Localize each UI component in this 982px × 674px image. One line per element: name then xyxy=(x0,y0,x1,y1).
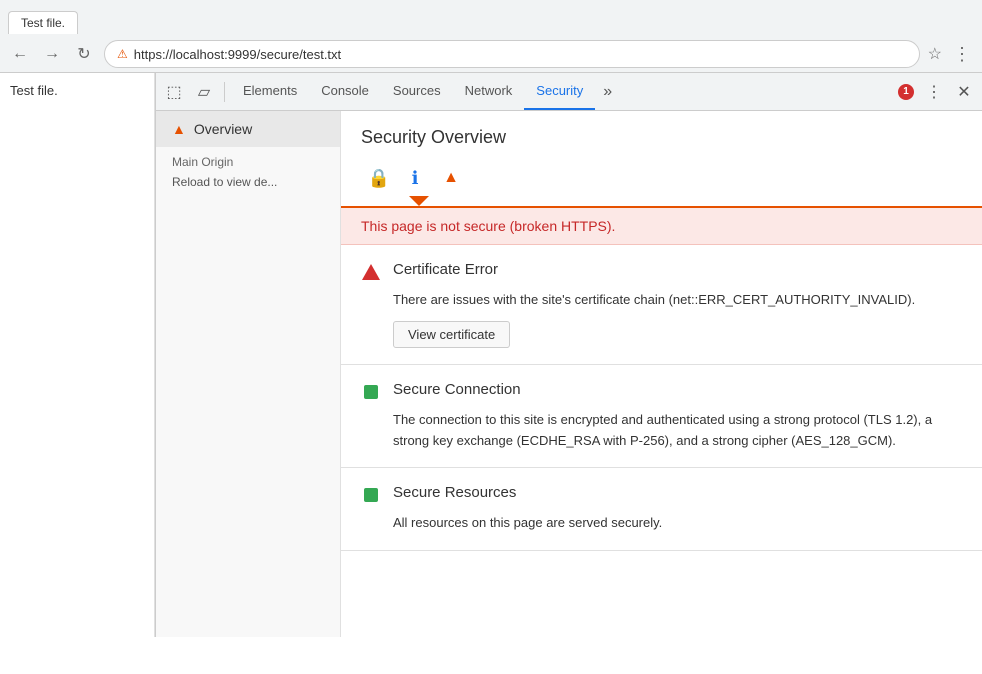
devtools-menu-button[interactable]: ⋮ xyxy=(920,78,948,106)
lock-indicator-icon[interactable]: 🔒 xyxy=(361,160,397,196)
devtools-tabs: Elements Console Sources Network Securit… xyxy=(231,73,620,110)
warning-indicator-icon[interactable]: ▲ xyxy=(433,160,469,196)
browser-menu-button[interactable]: ⋮ xyxy=(950,44,974,65)
secure-res-desc: All resources on this page are served se… xyxy=(393,513,962,534)
sidebar-overview-label: Overview xyxy=(194,121,252,137)
security-indicators: 🔒 ℹ ▲ xyxy=(341,160,982,196)
tab-sources[interactable]: Sources xyxy=(381,73,453,110)
more-tabs-button[interactable]: » xyxy=(595,73,620,110)
info-indicator-icon[interactable]: ℹ xyxy=(397,160,433,196)
not-secure-text: This page is not secure (broken HTTPS). xyxy=(361,218,615,234)
bookmark-button[interactable]: ☆ xyxy=(928,44,942,64)
security-main-panel: Security Overview 🔒 ℹ ▲ This page is not… xyxy=(341,111,982,637)
panel-title: Security Overview xyxy=(341,111,982,160)
cert-error-icon xyxy=(361,262,381,282)
sidebar-overview-item[interactable]: ▲ Overview xyxy=(156,111,340,147)
error-badge: 1 xyxy=(898,84,914,100)
indicator-arrow xyxy=(409,196,429,206)
secure-connection-section: Secure Connection The connection to this… xyxy=(341,365,982,469)
cert-error-section: Certificate Error There are issues with … xyxy=(341,245,982,365)
address-bar[interactable]: ⚠ https://localhost:9999/secure/test.txt xyxy=(104,40,920,68)
devtools-toolbar: ⬚ ▱ Elements Console Sources Network Sec… xyxy=(156,73,982,111)
view-certificate-button[interactable]: View certificate xyxy=(393,321,510,348)
sidebar-main-origin-section: Main Origin Reload to view de... xyxy=(156,147,340,195)
tab-elements[interactable]: Elements xyxy=(231,73,309,110)
sidebar-warning-icon: ▲ xyxy=(172,121,186,137)
cert-error-title: Certificate Error xyxy=(393,261,498,278)
tab-network[interactable]: Network xyxy=(453,73,525,110)
browser-tab[interactable]: Test file. xyxy=(8,11,78,34)
inspect-element-button[interactable]: ⬚ xyxy=(160,78,188,106)
error-count: 1 xyxy=(903,86,909,97)
secure-conn-title: Secure Connection xyxy=(393,381,521,398)
cert-error-header: Certificate Error xyxy=(361,261,962,282)
back-button[interactable]: ← xyxy=(8,42,32,66)
cert-error-desc: There are issues with the site's certifi… xyxy=(393,290,962,311)
refresh-button[interactable]: ↻ xyxy=(72,42,96,66)
security-sidebar: ▲ Overview Main Origin Reload to view de… xyxy=(156,111,341,637)
device-toggle-button[interactable]: ▱ xyxy=(190,78,218,106)
tab-console[interactable]: Console xyxy=(309,73,381,110)
url-text: https://localhost:9999/secure/test.txt xyxy=(134,47,907,62)
devtools-panel: ⬚ ▱ Elements Console Sources Network Sec… xyxy=(155,73,982,637)
error-circle: 1 xyxy=(898,84,914,100)
tab-security[interactable]: Security xyxy=(524,73,595,110)
secure-res-title: Secure Resources xyxy=(393,484,516,501)
not-secure-banner: This page is not secure (broken HTTPS). xyxy=(341,206,982,245)
devtools-body: ▲ Overview Main Origin Reload to view de… xyxy=(156,111,982,637)
sidebar-main-origin-title: Main Origin xyxy=(172,155,324,169)
secure-conn-header: Secure Connection xyxy=(361,381,962,402)
devtools-close-button[interactable]: ✕ xyxy=(950,78,978,106)
page-text: Test file. xyxy=(10,83,58,98)
toolbar-divider xyxy=(224,82,225,102)
secure-resources-section: Secure Resources All resources on this p… xyxy=(341,468,982,551)
sidebar-reload-text: Reload to view de... xyxy=(172,173,324,191)
secure-res-header: Secure Resources xyxy=(361,484,962,505)
tab-title: Test file. xyxy=(21,16,65,30)
secure-res-icon xyxy=(361,485,381,505)
page-content-area: Test file. xyxy=(0,73,155,637)
forward-button[interactable]: → xyxy=(40,42,64,66)
secure-conn-desc: The connection to this site is encrypted… xyxy=(393,410,962,452)
url-warning-icon: ⚠ xyxy=(117,47,128,61)
secure-conn-icon xyxy=(361,382,381,402)
